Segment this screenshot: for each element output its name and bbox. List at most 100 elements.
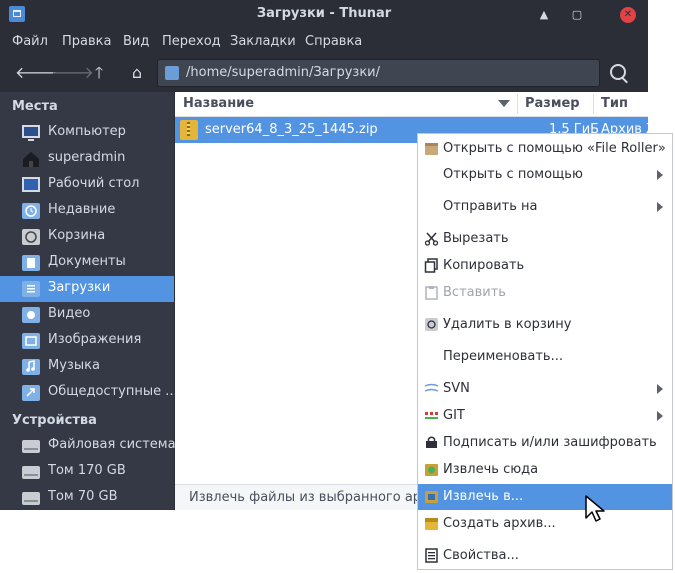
sidebar-item-label: Рабочий стол <box>48 176 140 191</box>
home-icon[interactable]: ⌂ <box>126 62 148 84</box>
menubar: Файл Правка Вид Переход Закладки Справка <box>0 30 648 54</box>
menu-edit[interactable]: Правка <box>62 34 111 49</box>
menu-file[interactable]: Файл <box>12 34 48 49</box>
menu-item-label: Удалить в корзину <box>443 317 572 332</box>
menu-item-label: Отправить на <box>443 199 538 214</box>
titlebar[interactable]: Загрузки - Thunar ▲ ▢ ✕ <box>0 0 648 30</box>
sidebar-item-label: Компьютер <box>48 124 126 139</box>
sidebar-item-documents[interactable]: Документы <box>0 250 174 276</box>
menu-item-rename[interactable]: Переименовать... <box>418 344 672 370</box>
videos-folder-icon <box>22 307 40 323</box>
archive-manager-icon <box>425 143 438 155</box>
sort-descending-icon <box>498 100 510 107</box>
sidebar-item-trash[interactable]: Корзина <box>0 224 174 250</box>
status-text: Извлечь файлы из выбранного архив <box>189 490 445 505</box>
menu-help[interactable]: Справка <box>305 34 362 49</box>
location-bar[interactable]: /home/superadmin/Загрузки/ <box>157 59 600 87</box>
properties-icon <box>425 548 438 563</box>
sidebar-item-volume-170[interactable]: Том 170 GB <box>0 459 174 485</box>
menu-item-extract-here[interactable]: Извлечь сюда <box>418 457 672 483</box>
menu-item-send-to[interactable]: Отправить на <box>418 194 672 220</box>
file-name: server64_8_3_25_1445.zip <box>205 122 378 137</box>
menu-item-label: Открыть с помощью <box>443 167 583 182</box>
music-folder-icon <box>22 359 40 375</box>
sidebar-item-downloads[interactable]: Загрузки <box>0 276 174 302</box>
menu-view[interactable]: Вид <box>123 34 149 49</box>
location-path[interactable]: /home/superadmin/Загрузки/ <box>186 65 380 80</box>
menu-bookmarks[interactable]: Закладки <box>230 34 296 49</box>
maximize-icon[interactable]: ▢ <box>567 5 587 25</box>
places-header: Места <box>12 99 58 114</box>
up-arrow-icon[interactable]: 🡑 <box>88 62 110 84</box>
column-size[interactable]: Размер <box>525 96 580 111</box>
menu-item-label: Свойства... <box>443 548 519 563</box>
mouse-pointer-icon <box>585 495 605 522</box>
cut-icon <box>424 232 439 246</box>
menu-item-label: Открыть с помощью «File Roller» <box>443 141 666 156</box>
computer-icon <box>22 125 40 141</box>
copy-icon <box>424 258 438 273</box>
drive-icon <box>22 440 40 453</box>
extract-here-icon <box>425 464 438 476</box>
zip-archive-icon <box>180 120 198 140</box>
column-name[interactable]: Название <box>183 96 254 111</box>
sidebar-item-label: Документы <box>48 254 126 269</box>
context-menu: Открыть с помощью «File Roller» Открыть … <box>417 133 673 570</box>
menu-item-label: Создать архив... <box>443 516 556 531</box>
sidebar-item-pictures[interactable]: Изображения <box>0 328 174 354</box>
close-icon[interactable]: ✕ <box>620 7 636 23</box>
sidebar-item-label: Музыка <box>48 358 100 373</box>
column-type[interactable]: Тип <box>601 96 628 111</box>
menu-item-svn[interactable]: SVN <box>418 376 672 402</box>
sidebar-item-superadmin[interactable]: superadmin <box>0 146 174 172</box>
sidebar-item-recent[interactable]: Недавние <box>0 198 174 224</box>
menu-item-open-with-file-roller[interactable]: Открыть с помощью «File Roller» <box>418 136 672 162</box>
menu-item-label: Вставить <box>443 285 506 300</box>
folder-icon <box>165 66 179 80</box>
menu-item-label: Копировать <box>443 258 525 273</box>
sidebar-item-volume-70[interactable]: Том 70 GB <box>0 485 174 510</box>
menu-item-open-with[interactable]: Открыть с помощью <box>418 162 672 188</box>
sidebar-item-label: Изображения <box>48 332 142 347</box>
menu-item-properties[interactable]: Свойства... <box>418 543 672 569</box>
menu-item-sign-encrypt[interactable]: Подписать и/или зашифровать <box>418 430 672 456</box>
toolbar: 🡐 🡒 🡑 ⌂ /home/superadmin/Загрузки/ <box>0 54 648 92</box>
menu-item-git[interactable]: GIT <box>418 403 672 429</box>
menu-item-label: Извлечь сюда <box>443 462 539 477</box>
recent-icon <box>22 203 40 219</box>
menu-item-copy[interactable]: Копировать <box>418 253 672 279</box>
home-icon <box>23 152 39 167</box>
sidebar-item-desktop[interactable]: Рабочий стол <box>0 172 174 198</box>
menu-item-extract-to[interactable]: Извлечь в... <box>418 484 672 510</box>
desktop-icon <box>22 177 40 192</box>
submenu-arrow-icon <box>657 202 663 212</box>
public-folder-icon <box>22 385 40 401</box>
sidebar-item-public[interactable]: Общедоступные ... <box>0 380 178 406</box>
sidebar-item-videos[interactable]: Видео <box>0 302 174 328</box>
trash-icon <box>22 229 40 245</box>
downloads-folder-icon <box>22 281 40 297</box>
menu-item-paste[interactable]: Вставить <box>418 280 672 306</box>
search-icon[interactable] <box>608 62 630 84</box>
sidebar-item-music[interactable]: Музыка <box>0 354 174 380</box>
paste-icon <box>425 286 438 300</box>
menu-item-label: Вырезать <box>443 231 509 246</box>
sidebar: Места Компьютер superadmin Рабочий стол … <box>0 92 178 510</box>
sidebar-item-computer[interactable]: Компьютер <box>0 120 174 146</box>
git-icon <box>425 412 438 419</box>
sidebar-item-filesystem[interactable]: Файловая система <box>0 433 176 459</box>
menu-item-create-archive[interactable]: Создать архив... <box>418 511 672 537</box>
menu-item-move-to-trash[interactable]: Удалить в корзину <box>418 312 672 338</box>
menu-item-label: GIT <box>443 408 465 423</box>
minimize-icon[interactable]: ▲ <box>534 5 554 25</box>
sidebar-item-label: Видео <box>48 306 91 321</box>
submenu-arrow-icon <box>657 384 663 394</box>
sidebar-item-label: Недавние <box>48 202 116 217</box>
forward-arrow-icon[interactable]: 🡒 <box>51 62 94 84</box>
menu-go[interactable]: Переход <box>162 34 221 49</box>
drive-icon <box>22 492 40 505</box>
documents-folder-icon <box>22 255 40 271</box>
menu-item-cut[interactable]: Вырезать <box>418 226 672 252</box>
back-arrow-icon[interactable]: 🡐 <box>15 62 58 84</box>
menu-item-label: Переименовать... <box>443 349 563 364</box>
